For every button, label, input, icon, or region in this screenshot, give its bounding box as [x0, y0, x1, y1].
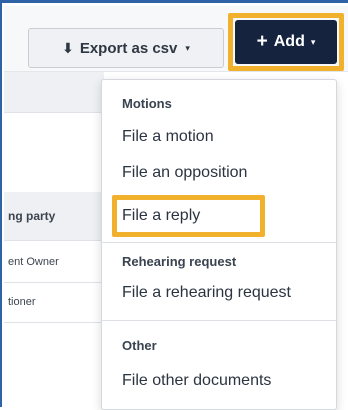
menu-section-heading-motions: Motions — [122, 96, 172, 111]
app-frame: ⬇ Export as csv ▾ + Add ▾ ng party ent O… — [0, 0, 348, 410]
export-label: Export as csv — [79, 39, 178, 57]
plus-icon: + — [256, 31, 268, 52]
table-column-header: ng party — [8, 209, 56, 223]
table-divider — [4, 112, 104, 113]
download-icon: ⬇ — [62, 39, 74, 56]
add-label: Add — [273, 33, 305, 50]
table-divider — [4, 322, 104, 323]
export-csv-button[interactable]: ⬇ Export as csv ▾ — [28, 28, 224, 68]
menu-section-heading-rehearing: Rehearing request — [122, 254, 237, 269]
chevron-down-icon: ▾ — [185, 42, 190, 53]
menu-section-heading-other: Other — [122, 338, 157, 353]
table-band — [4, 72, 104, 112]
menu-item-file-reply[interactable]: File a reply — [122, 207, 200, 225]
menu-divider — [102, 320, 336, 321]
table-divider — [4, 282, 104, 283]
add-button[interactable]: + Add ▾ — [235, 20, 337, 64]
menu-divider — [102, 242, 336, 243]
menu-item-file-other-documents[interactable]: File other documents — [122, 372, 271, 390]
menu-item-file-motion[interactable]: File a motion — [122, 128, 214, 146]
table-cell: ent Owner — [8, 256, 59, 268]
chevron-down-icon: ▾ — [310, 36, 316, 47]
add-dropdown-menu: Motions File a motion File an opposition… — [101, 79, 337, 410]
menu-item-file-opposition[interactable]: File an opposition — [122, 164, 247, 182]
table-cell: tioner — [8, 296, 36, 308]
table-divider — [4, 240, 104, 241]
menu-item-file-rehearing-request[interactable]: File a rehearing request — [122, 284, 291, 302]
